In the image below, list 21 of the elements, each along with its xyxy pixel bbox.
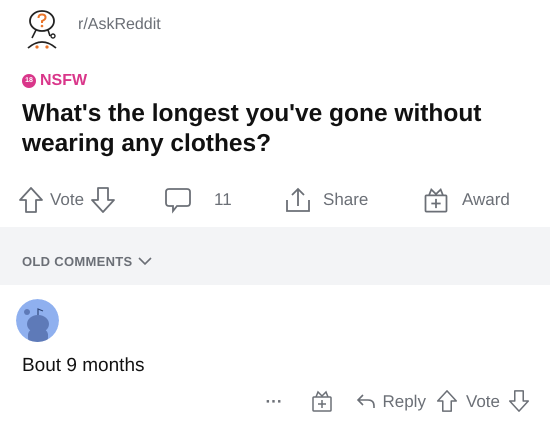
gift-icon[interactable]	[310, 389, 334, 414]
upvote-icon[interactable]	[18, 186, 44, 214]
downvote-icon[interactable]	[90, 186, 116, 214]
share-button[interactable]: Share	[285, 186, 422, 214]
sort-dropdown[interactable]: OLD COMMENTS	[22, 252, 152, 271]
nsfw-label: NSFW	[40, 71, 88, 91]
upvote-icon[interactable]	[436, 389, 458, 414]
comments-button[interactable]: 11	[150, 186, 285, 214]
comment-text: Bout 9 months	[21, 354, 146, 378]
downvote-icon[interactable]	[508, 389, 530, 414]
gift-icon	[422, 186, 450, 214]
more-options-button[interactable]: ···	[266, 388, 282, 414]
award-button[interactable]: Award	[422, 186, 510, 214]
vote-label: Vote	[50, 189, 84, 212]
post-title: What's the longest you've gone without wearing any clothes?	[21, 99, 482, 159]
vote-label: Vote	[466, 390, 500, 412]
reply-button[interactable]: Reply	[356, 388, 426, 414]
subreddit-name[interactable]: r/AskReddit	[78, 13, 161, 37]
comment-icon	[164, 186, 192, 214]
share-icon	[285, 186, 311, 214]
avatar[interactable]	[16, 299, 59, 342]
